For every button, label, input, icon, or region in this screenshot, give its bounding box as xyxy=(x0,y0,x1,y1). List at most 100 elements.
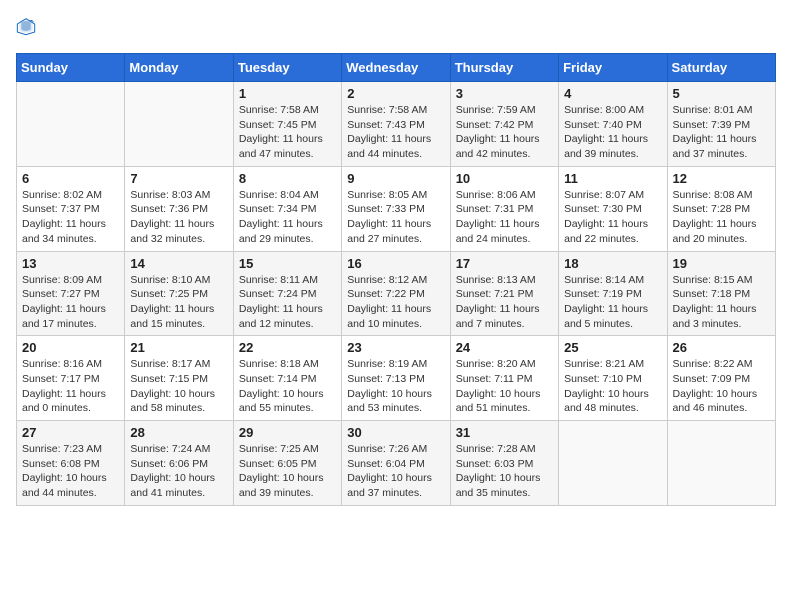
calendar-cell: 28 Sunrise: 7:24 AM Sunset: 6:06 PM Dayl… xyxy=(125,421,233,506)
sunrise: Sunrise: 8:05 AM xyxy=(347,189,427,201)
daylight: Daylight: 11 hours and 12 minutes. xyxy=(239,303,323,330)
day-info: Sunrise: 8:05 AM Sunset: 7:33 PM Dayligh… xyxy=(347,188,444,247)
sunrise: Sunrise: 7:26 AM xyxy=(347,443,427,455)
day-info: Sunrise: 8:03 AM Sunset: 7:36 PM Dayligh… xyxy=(130,188,227,247)
weekday-header-row: SundayMondayTuesdayWednesdayThursdayFrid… xyxy=(17,54,776,82)
calendar-cell xyxy=(125,82,233,167)
sunset: Sunset: 7:36 PM xyxy=(130,203,208,215)
day-number: 23 xyxy=(347,340,444,355)
day-info: Sunrise: 8:10 AM Sunset: 7:25 PM Dayligh… xyxy=(130,273,227,332)
day-info: Sunrise: 8:01 AM Sunset: 7:39 PM Dayligh… xyxy=(673,103,770,162)
sunset: Sunset: 7:28 PM xyxy=(673,203,751,215)
daylight: Daylight: 11 hours and 24 minutes. xyxy=(456,218,540,245)
weekday-header-saturday: Saturday xyxy=(667,54,775,82)
day-number: 4 xyxy=(564,86,661,101)
calendar-cell xyxy=(17,82,125,167)
weekday-header-sunday: Sunday xyxy=(17,54,125,82)
calendar-cell: 17 Sunrise: 8:13 AM Sunset: 7:21 PM Dayl… xyxy=(450,251,558,336)
calendar-cell: 20 Sunrise: 8:16 AM Sunset: 7:17 PM Dayl… xyxy=(17,336,125,421)
calendar-cell: 23 Sunrise: 8:19 AM Sunset: 7:13 PM Dayl… xyxy=(342,336,450,421)
day-number: 5 xyxy=(673,86,770,101)
calendar-cell: 14 Sunrise: 8:10 AM Sunset: 7:25 PM Dayl… xyxy=(125,251,233,336)
day-info: Sunrise: 7:23 AM Sunset: 6:08 PM Dayligh… xyxy=(22,442,119,501)
daylight: Daylight: 11 hours and 29 minutes. xyxy=(239,218,323,245)
sunrise: Sunrise: 7:28 AM xyxy=(456,443,536,455)
sunrise: Sunrise: 8:16 AM xyxy=(22,358,102,370)
sunset: Sunset: 7:45 PM xyxy=(239,119,317,131)
daylight: Daylight: 11 hours and 22 minutes. xyxy=(564,218,648,245)
sunset: Sunset: 7:11 PM xyxy=(456,373,533,385)
sunrise: Sunrise: 7:59 AM xyxy=(456,104,536,116)
day-info: Sunrise: 7:58 AM Sunset: 7:43 PM Dayligh… xyxy=(347,103,444,162)
sunrise: Sunrise: 8:15 AM xyxy=(673,274,753,286)
daylight: Daylight: 11 hours and 32 minutes. xyxy=(130,218,214,245)
daylight: Daylight: 11 hours and 37 minutes. xyxy=(673,133,757,160)
sunrise: Sunrise: 7:58 AM xyxy=(347,104,427,116)
calendar-cell: 18 Sunrise: 8:14 AM Sunset: 7:19 PM Dayl… xyxy=(559,251,667,336)
daylight: Daylight: 10 hours and 37 minutes. xyxy=(347,472,432,499)
sunrise: Sunrise: 8:18 AM xyxy=(239,358,319,370)
day-info: Sunrise: 7:28 AM Sunset: 6:03 PM Dayligh… xyxy=(456,442,553,501)
day-info: Sunrise: 8:07 AM Sunset: 7:30 PM Dayligh… xyxy=(564,188,661,247)
day-number: 29 xyxy=(239,425,336,440)
day-info: Sunrise: 7:24 AM Sunset: 6:06 PM Dayligh… xyxy=(130,442,227,501)
day-number: 1 xyxy=(239,86,336,101)
day-number: 31 xyxy=(456,425,553,440)
daylight: Daylight: 11 hours and 20 minutes. xyxy=(673,218,757,245)
daylight: Daylight: 11 hours and 34 minutes. xyxy=(22,218,106,245)
sunrise: Sunrise: 8:02 AM xyxy=(22,189,102,201)
day-number: 21 xyxy=(130,340,227,355)
sunrise: Sunrise: 8:17 AM xyxy=(130,358,210,370)
daylight: Daylight: 10 hours and 55 minutes. xyxy=(239,388,324,415)
sunset: Sunset: 7:43 PM xyxy=(347,119,425,131)
day-number: 20 xyxy=(22,340,119,355)
weekday-header-wednesday: Wednesday xyxy=(342,54,450,82)
day-number: 25 xyxy=(564,340,661,355)
calendar-cell: 15 Sunrise: 8:11 AM Sunset: 7:24 PM Dayl… xyxy=(233,251,341,336)
day-info: Sunrise: 8:22 AM Sunset: 7:09 PM Dayligh… xyxy=(673,357,770,416)
daylight: Daylight: 11 hours and 7 minutes. xyxy=(456,303,540,330)
sunrise: Sunrise: 7:58 AM xyxy=(239,104,319,116)
sunset: Sunset: 7:39 PM xyxy=(673,119,751,131)
day-info: Sunrise: 8:04 AM Sunset: 7:34 PM Dayligh… xyxy=(239,188,336,247)
sunset: Sunset: 7:37 PM xyxy=(22,203,100,215)
sunrise: Sunrise: 8:22 AM xyxy=(673,358,753,370)
sunrise: Sunrise: 8:11 AM xyxy=(239,274,318,286)
calendar-header: SundayMondayTuesdayWednesdayThursdayFrid… xyxy=(17,54,776,82)
sunrise: Sunrise: 8:06 AM xyxy=(456,189,536,201)
calendar-cell: 9 Sunrise: 8:05 AM Sunset: 7:33 PM Dayli… xyxy=(342,166,450,251)
calendar-cell: 19 Sunrise: 8:15 AM Sunset: 7:18 PM Dayl… xyxy=(667,251,775,336)
calendar-table: SundayMondayTuesdayWednesdayThursdayFrid… xyxy=(16,53,776,506)
day-number: 22 xyxy=(239,340,336,355)
sunrise: Sunrise: 8:12 AM xyxy=(347,274,427,286)
day-number: 2 xyxy=(347,86,444,101)
day-number: 15 xyxy=(239,256,336,271)
calendar-week-row: 13 Sunrise: 8:09 AM Sunset: 7:27 PM Dayl… xyxy=(17,251,776,336)
weekday-header-tuesday: Tuesday xyxy=(233,54,341,82)
calendar-cell: 7 Sunrise: 8:03 AM Sunset: 7:36 PM Dayli… xyxy=(125,166,233,251)
daylight: Daylight: 10 hours and 58 minutes. xyxy=(130,388,215,415)
sunset: Sunset: 7:31 PM xyxy=(456,203,534,215)
calendar-cell: 25 Sunrise: 8:21 AM Sunset: 7:10 PM Dayl… xyxy=(559,336,667,421)
calendar-cell: 29 Sunrise: 7:25 AM Sunset: 6:05 PM Dayl… xyxy=(233,421,341,506)
sunrise: Sunrise: 8:14 AM xyxy=(564,274,644,286)
calendar-cell: 11 Sunrise: 8:07 AM Sunset: 7:30 PM Dayl… xyxy=(559,166,667,251)
daylight: Daylight: 10 hours and 53 minutes. xyxy=(347,388,432,415)
weekday-header-thursday: Thursday xyxy=(450,54,558,82)
daylight: Daylight: 10 hours and 51 minutes. xyxy=(456,388,541,415)
sunset: Sunset: 7:21 PM xyxy=(456,288,534,300)
sunrise: Sunrise: 8:19 AM xyxy=(347,358,427,370)
sunset: Sunset: 6:03 PM xyxy=(456,458,534,470)
day-number: 7 xyxy=(130,171,227,186)
calendar-cell: 13 Sunrise: 8:09 AM Sunset: 7:27 PM Dayl… xyxy=(17,251,125,336)
calendar-cell xyxy=(667,421,775,506)
logo-icon xyxy=(16,16,36,36)
daylight: Daylight: 11 hours and 5 minutes. xyxy=(564,303,648,330)
sunrise: Sunrise: 8:10 AM xyxy=(130,274,210,286)
sunrise: Sunrise: 8:20 AM xyxy=(456,358,536,370)
calendar-cell: 12 Sunrise: 8:08 AM Sunset: 7:28 PM Dayl… xyxy=(667,166,775,251)
sunrise: Sunrise: 8:07 AM xyxy=(564,189,644,201)
daylight: Daylight: 11 hours and 44 minutes. xyxy=(347,133,431,160)
daylight: Daylight: 11 hours and 47 minutes. xyxy=(239,133,323,160)
sunrise: Sunrise: 8:08 AM xyxy=(673,189,753,201)
